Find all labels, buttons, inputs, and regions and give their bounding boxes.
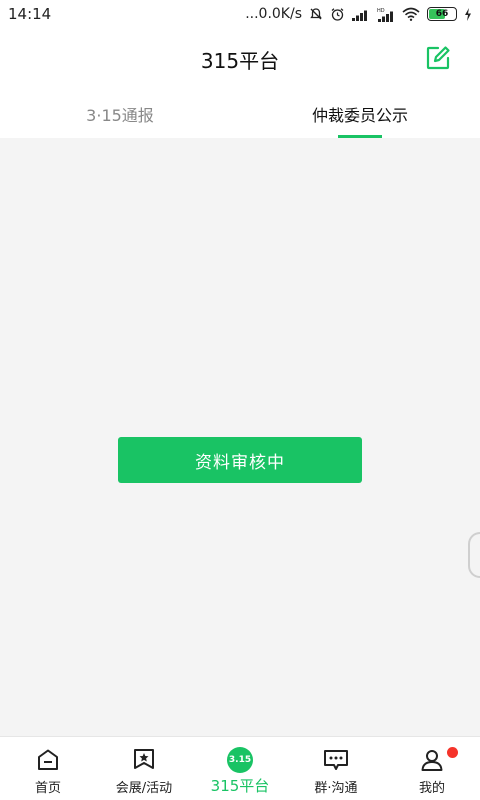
bottom-nav: 首页 会展/活动 3.15 315平台 群·沟通 我的	[0, 736, 480, 800]
tab-315-report[interactable]: 3·15通报	[0, 90, 240, 138]
notification-dot	[447, 747, 458, 758]
silent-bell-icon	[309, 7, 323, 21]
chat-icon	[323, 747, 349, 773]
nav-item-groups[interactable]: 群·沟通	[288, 737, 384, 800]
nav-item-events[interactable]: 会展/活动	[96, 737, 192, 800]
side-drawer-handle[interactable]	[468, 532, 480, 578]
nav-label: 我的	[418, 781, 445, 796]
under-review-label: 资料审核中	[195, 452, 285, 473]
under-review-button[interactable]: 资料审核中	[118, 437, 362, 483]
status-bar: 14:14 ...0.0K/s HD 66	[0, 0, 480, 28]
tab-arbitration-committee[interactable]: 仲裁委员公示	[240, 90, 480, 138]
nav-label: 首页	[34, 781, 61, 796]
nav-label: 315平台	[210, 777, 270, 795]
hd-signal-icon: HD	[377, 7, 395, 22]
nav-item-profile[interactable]: 我的	[384, 737, 480, 800]
edit-button[interactable]	[424, 44, 452, 72]
wifi-icon	[402, 7, 420, 21]
star-flag-icon	[131, 747, 157, 773]
edit-icon	[426, 46, 450, 70]
nav-label: 群·沟通	[314, 781, 358, 796]
nav-item-home[interactable]: 首页	[0, 737, 96, 800]
315-badge-icon: 3.15	[227, 747, 253, 773]
charging-icon	[464, 7, 472, 21]
nav-item-315-platform[interactable]: 3.15 315平台	[192, 737, 288, 800]
svg-text:HD: HD	[377, 8, 385, 14]
alarm-icon	[330, 7, 345, 22]
main-content: 资料审核中	[0, 138, 480, 736]
tab-bar: 3·15通报 仲裁委员公示	[0, 90, 480, 138]
app-header: 315平台	[0, 28, 480, 90]
page-title: 315平台	[200, 48, 280, 73]
nav-label: 会展/活动	[115, 781, 173, 796]
tab-label: 仲裁委员公示	[311, 106, 408, 125]
home-icon	[35, 747, 61, 773]
battery-icon: 66	[427, 7, 457, 21]
status-time: 14:14	[8, 5, 52, 23]
signal-icon	[352, 8, 370, 21]
network-speed: ...0.0K/s	[245, 6, 302, 22]
tab-label: 3·15通报	[86, 106, 154, 125]
battery-level: 66	[435, 9, 449, 19]
status-icons: ...0.0K/s HD 66	[245, 6, 472, 22]
profile-icon	[419, 747, 445, 773]
